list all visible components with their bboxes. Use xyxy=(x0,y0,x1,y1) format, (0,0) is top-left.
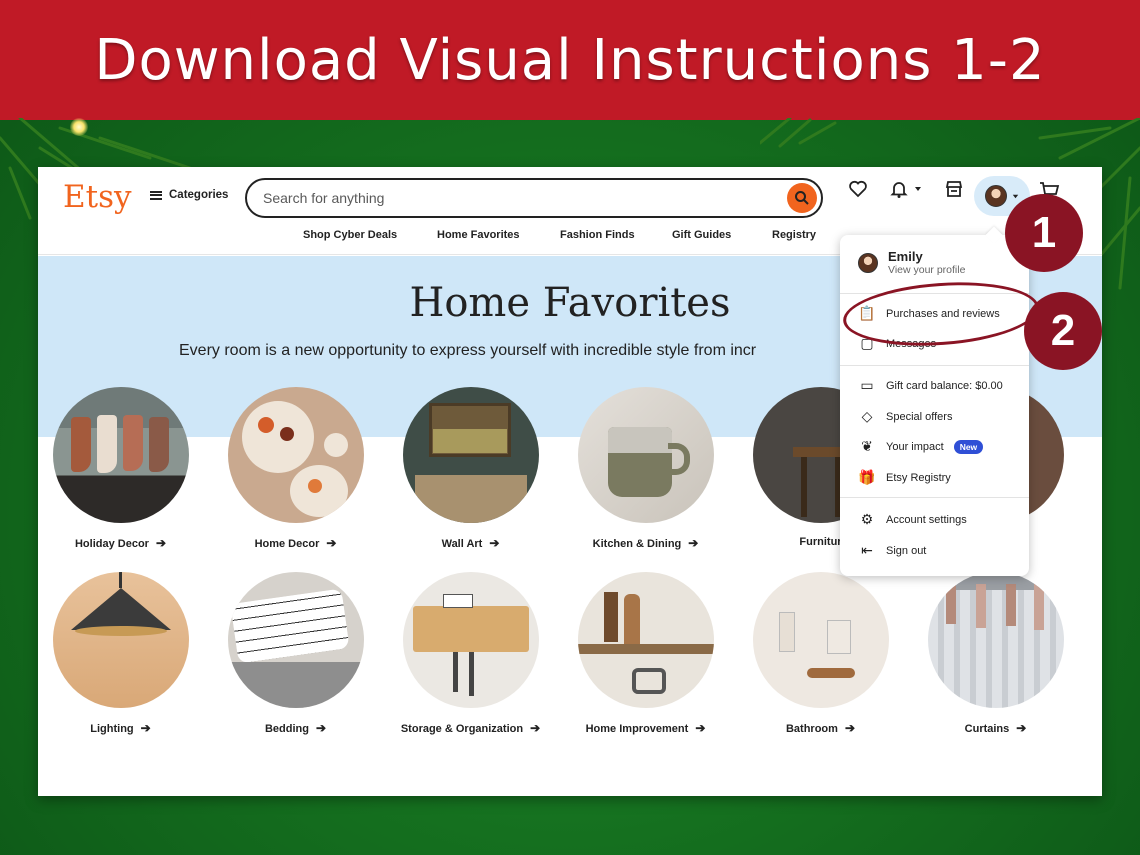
category-label: Storage & Organization xyxy=(400,723,524,735)
category-curtains[interactable]: Curtains ➔ xyxy=(908,572,1083,735)
search-icon xyxy=(795,191,809,205)
category-label: Home Improvement xyxy=(585,723,689,735)
arrow-right-icon: ➔ xyxy=(844,721,855,735)
category-label: Kitchen & Dining xyxy=(592,538,682,550)
nav-link-home-favorites[interactable]: Home Favorites xyxy=(437,229,520,241)
bell-icon xyxy=(890,182,908,198)
menu-item-your-impact[interactable]: ❦ Your impact New xyxy=(858,438,984,455)
arrow-right-icon: ➔ xyxy=(1016,721,1027,735)
plates-photo xyxy=(227,387,364,523)
caret-down-icon xyxy=(1012,194,1018,198)
shop-manager-button[interactable] xyxy=(944,179,964,199)
shelf-photo xyxy=(577,572,714,708)
pegboard-photo xyxy=(402,572,539,708)
avatar xyxy=(858,252,878,273)
title-banner: Download Visual Instructions 1-2 xyxy=(0,0,1140,120)
category-bathroom[interactable]: Bathroom ➔ xyxy=(733,572,908,735)
category-label: Home Decor xyxy=(254,538,320,550)
store-icon xyxy=(945,181,963,197)
category-label: Bedding xyxy=(264,723,309,735)
category-bedding[interactable]: Bedding ➔ xyxy=(208,572,383,735)
user-name: Emily xyxy=(888,249,923,264)
step-2-marker: 2 xyxy=(1024,292,1102,370)
nav-link-registry[interactable]: Registry xyxy=(772,229,816,241)
mug-photo xyxy=(577,387,714,523)
arrow-right-icon: ➔ xyxy=(688,536,699,550)
arrow-right-icon: ➔ xyxy=(315,721,327,735)
category-label: Holiday Decor xyxy=(74,538,149,550)
menu-icon xyxy=(150,190,162,200)
tag-icon: ◇ xyxy=(861,408,873,424)
arrow-right-icon: ➔ xyxy=(489,536,500,550)
step-1-marker: 1 xyxy=(1005,194,1083,272)
caret-down-icon xyxy=(915,187,921,191)
nav-link-cyber-deals[interactable]: Shop Cyber Deals xyxy=(303,229,397,241)
arrow-right-icon: ➔ xyxy=(530,721,541,735)
category-kitchen-dining[interactable]: Kitchen & Dining ➔ xyxy=(558,387,733,550)
category-holiday-decor[interactable]: Holiday Decor ➔ xyxy=(38,387,208,550)
gear-icon: ⚙ xyxy=(860,511,874,527)
new-badge: New xyxy=(953,439,984,454)
favorites-button[interactable] xyxy=(848,179,868,199)
credit-card-icon: ▭ xyxy=(860,377,874,393)
hero-subtitle: Every room is a new opportunity to expre… xyxy=(179,342,757,359)
nav-link-gift-guides[interactable]: Gift Guides xyxy=(672,229,731,241)
lamp-photo xyxy=(52,572,189,708)
search-bar[interactable]: Search for anything xyxy=(245,178,823,218)
search-input[interactable]: Search for anything xyxy=(247,190,787,206)
framed-art-photo xyxy=(402,387,539,523)
etsy-logo[interactable]: Etsy xyxy=(63,179,132,215)
category-storage-organization[interactable]: Storage & Organization ➔ xyxy=(383,572,558,735)
etsy-screenshot: Etsy Categories Search for anything Shop… xyxy=(38,167,1102,796)
arrow-right-icon: ➔ xyxy=(155,536,167,550)
view-profile-label: View your profile xyxy=(888,264,966,276)
nav-link-fashion-finds[interactable]: Fashion Finds xyxy=(560,229,635,241)
banner-title: Download Visual Instructions 1-2 xyxy=(94,27,1046,93)
category-label: Furnitur xyxy=(799,536,842,548)
curtain-photo xyxy=(927,572,1064,708)
heart-icon xyxy=(849,180,867,198)
arrow-right-icon: ➔ xyxy=(326,536,337,550)
sign-out-icon: ⇤ xyxy=(861,542,873,558)
profile-link[interactable]: Emily View your profile xyxy=(858,249,965,276)
pine-branch-top-decoration xyxy=(760,118,837,148)
arrow-right-icon: ➔ xyxy=(695,721,706,735)
categories-button[interactable]: Categories xyxy=(150,189,228,201)
category-home-improvement[interactable]: Home Improvement ➔ xyxy=(558,572,733,735)
category-wall-art[interactable]: Wall Art ➔ xyxy=(383,387,558,550)
menu-item-registry[interactable]: 🎁 Etsy Registry xyxy=(858,469,951,486)
stockings-photo xyxy=(52,387,189,523)
menu-item-sign-out[interactable]: ⇤ Sign out xyxy=(858,542,926,559)
bath-set-photo xyxy=(752,572,889,708)
search-button[interactable] xyxy=(787,183,817,213)
menu-item-special-offers[interactable]: ◇ Special offers xyxy=(858,408,953,425)
notifications-button[interactable] xyxy=(889,179,923,199)
category-lighting[interactable]: Lighting ➔ xyxy=(38,572,208,735)
menu-item-gift-card[interactable]: ▭ Gift card balance: $0.00 xyxy=(858,377,1002,394)
arrow-right-icon: ➔ xyxy=(140,721,151,735)
category-label: Wall Art xyxy=(441,538,483,550)
avatar xyxy=(984,185,1007,207)
gift-icon: 🎁 xyxy=(858,469,876,485)
category-label: Lighting xyxy=(90,723,134,735)
pillows-photo xyxy=(227,572,364,708)
category-home-decor[interactable]: Home Decor ➔ xyxy=(208,387,383,550)
category-label: Curtains xyxy=(964,723,1010,735)
menu-item-account-settings[interactable]: ⚙ Account settings xyxy=(858,511,967,528)
categories-label: Categories xyxy=(169,189,229,201)
category-label: Bathroom xyxy=(785,723,838,735)
leaf-icon: ❦ xyxy=(861,438,873,454)
light-bulb-decoration xyxy=(70,118,88,136)
